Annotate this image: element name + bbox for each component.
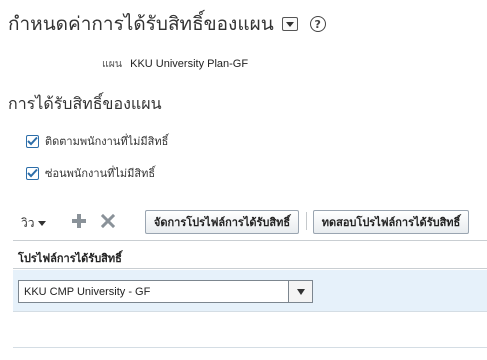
toolbar-separator xyxy=(306,212,307,230)
column-header-eligibility-profile[interactable]: โปรไฟล์การได้รับสิทธิ์ xyxy=(18,249,122,267)
plan-value: KKU University Plan-GF xyxy=(130,58,249,70)
test-eligibility-profiles-button[interactable]: ทดสอบโปรไฟล์การได้รับสิทธิ์ xyxy=(313,210,469,234)
hide-ineligible-label: ซ่อนพนักงานที่ไม่มีสิทธิ์ xyxy=(45,167,156,180)
track-ineligible-checkbox[interactable] xyxy=(26,134,39,148)
checkmark-icon xyxy=(27,136,38,146)
plan-row: แผน KKU University Plan-GF xyxy=(102,55,248,72)
track-ineligible-option[interactable]: ติดตามพนักงานที่ไม่มีสิทธิ์ xyxy=(26,132,168,150)
table-top-border xyxy=(13,240,487,241)
hide-ineligible-option[interactable]: ซ่อนพนักงานที่ไม่มีสิทธิ์ xyxy=(26,164,155,182)
page-title-text: กำหนดค่าการได้รับสิทธิ์ของแผน xyxy=(8,13,274,35)
column-header-border xyxy=(13,268,487,269)
chevron-down-icon[interactable] xyxy=(281,17,298,31)
hide-ineligible-checkbox[interactable] xyxy=(26,166,39,180)
view-menu[interactable]: วิว xyxy=(21,214,47,233)
plan-label: แผน xyxy=(102,58,123,70)
section-title: การได้รับสิทธิ์ของแผน xyxy=(8,94,162,113)
manage-eligibility-profiles-button[interactable]: จัดการโปรไฟล์การได้รับสิทธิ์ xyxy=(145,210,299,234)
chevron-down-icon xyxy=(38,221,47,226)
track-ineligible-label: ติดตามพนักงานที่ไม่มีสิทธิ์ xyxy=(45,135,169,148)
x-icon[interactable] xyxy=(101,214,115,228)
question-circle-icon[interactable]: ? xyxy=(309,16,326,32)
eligibility-profile-value: KKU CMP University - GF xyxy=(24,285,151,298)
checkmark-icon xyxy=(27,168,38,178)
table-bottom-border xyxy=(13,347,487,348)
dropdown-button[interactable] xyxy=(288,281,312,302)
view-menu-label: วิว xyxy=(21,216,35,230)
eligibility-profile-select[interactable]: KKU CMP University - GF xyxy=(18,280,313,303)
chevron-down-icon xyxy=(296,288,305,295)
plus-icon[interactable] xyxy=(72,214,86,228)
page-title: กำหนดค่าการได้รับสิทธิ์ของแผน ? xyxy=(8,9,326,39)
